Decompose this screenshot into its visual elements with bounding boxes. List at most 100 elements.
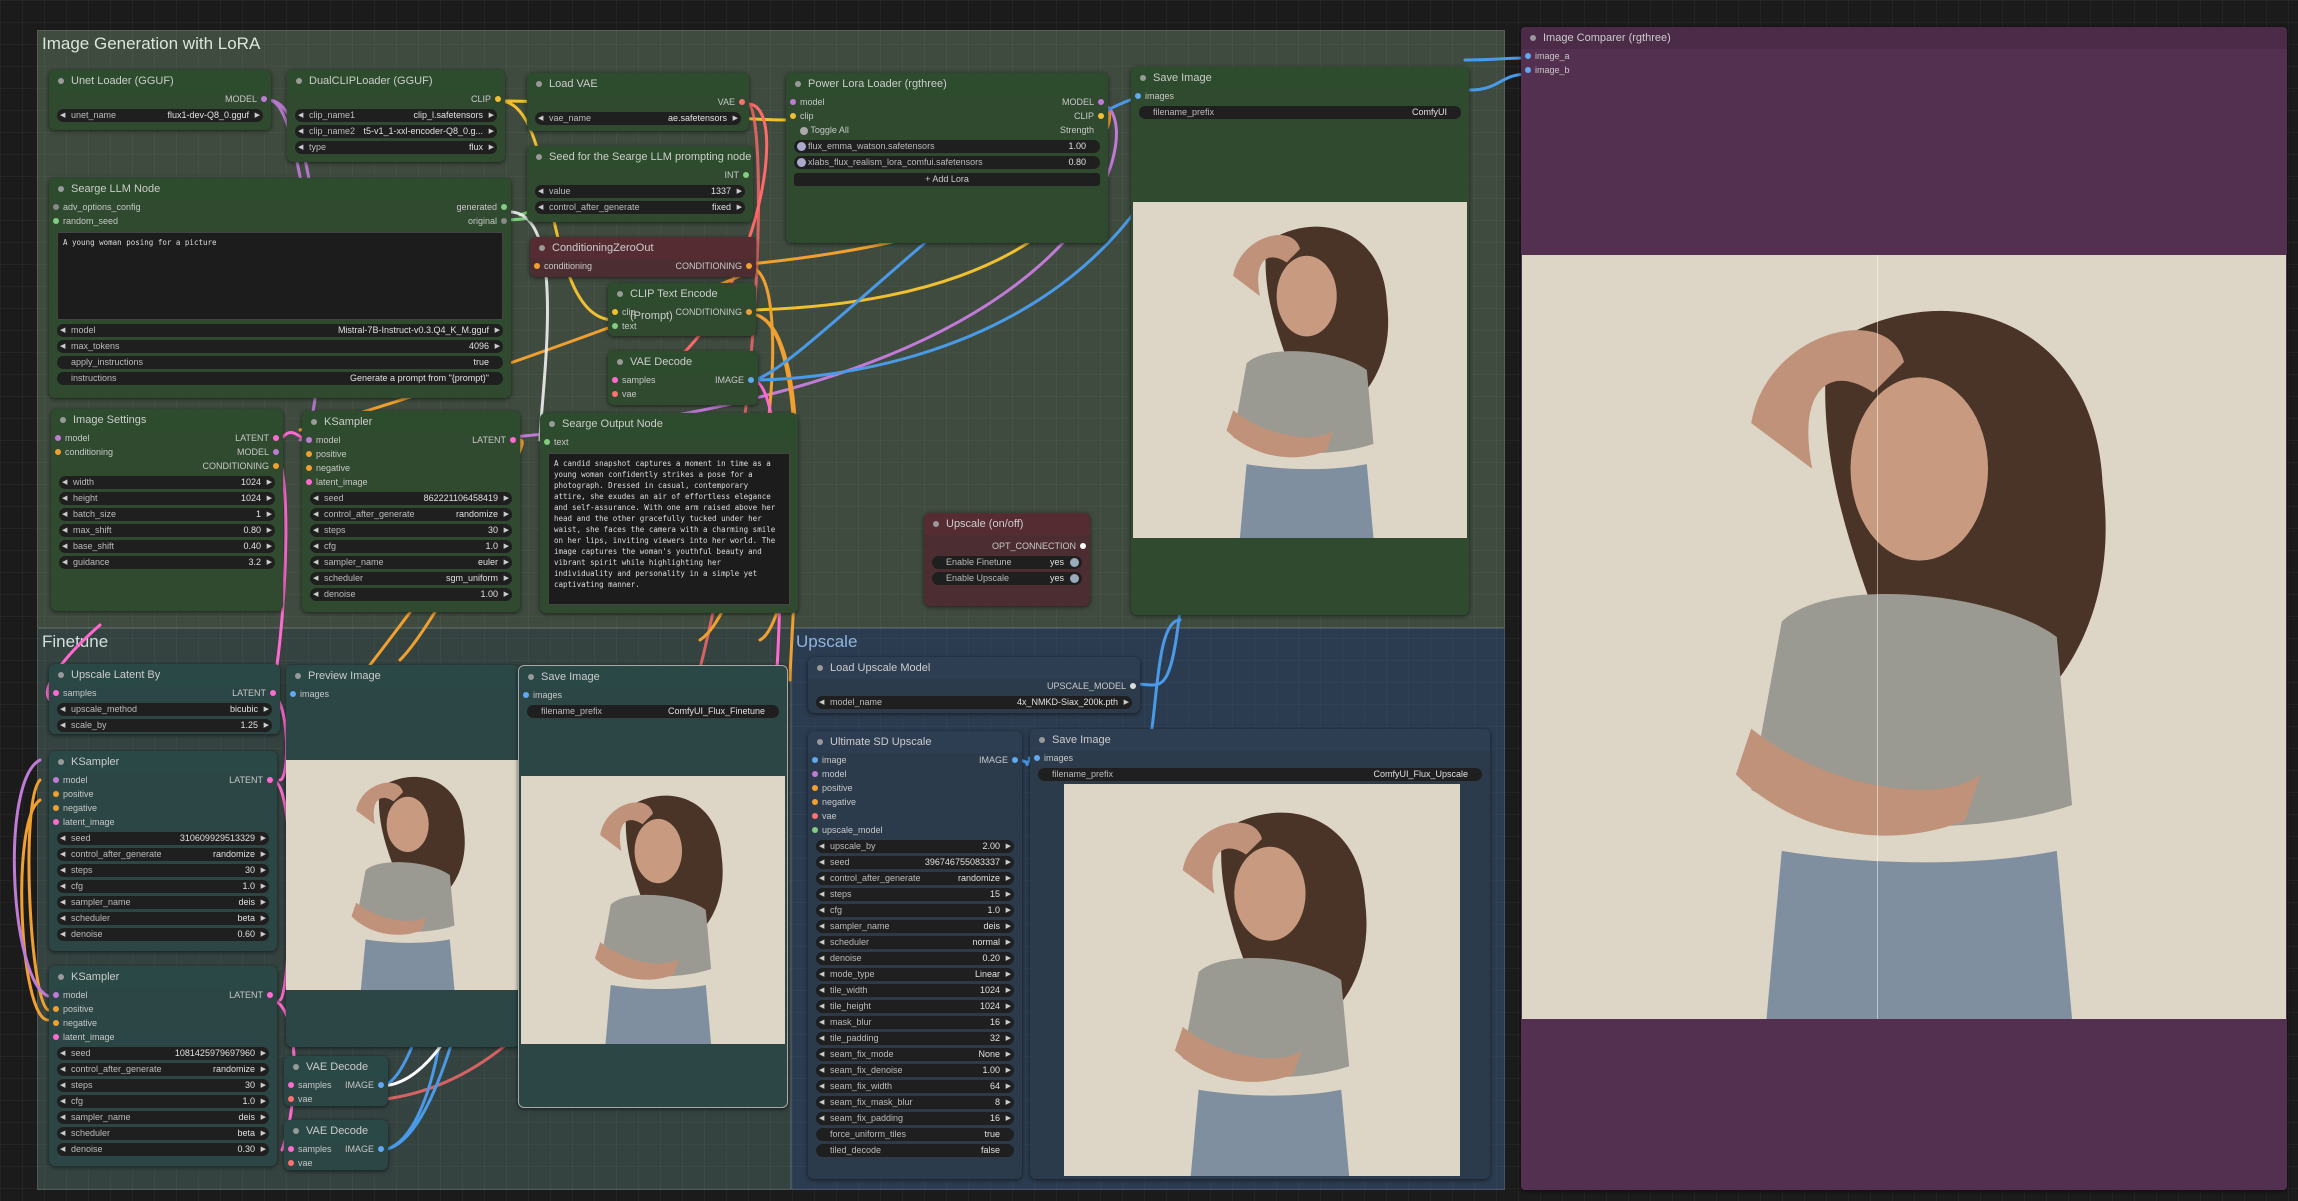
node-unet-loader[interactable]: Unet Loader (GGUF) MODEL unet_nameflux1-… <box>49 70 271 130</box>
input-slot[interactable] <box>812 799 818 805</box>
input-slot[interactable] <box>53 218 59 224</box>
lora-row-2[interactable]: xlabs_flux_realism_lora_comfui.safetenso… <box>794 156 1100 169</box>
input-slot[interactable] <box>612 323 618 329</box>
node-vae-decode-3[interactable]: VAE Decode samples IMAGE vae <box>284 1120 388 1170</box>
widget-seed[interactable]: seed862221106458419 <box>310 492 512 505</box>
input-slot[interactable] <box>790 113 796 119</box>
node-load-upscale-model[interactable]: Load Upscale Model UPSCALE_MODEL model_n… <box>808 657 1140 713</box>
output-slot[interactable] <box>378 1146 384 1152</box>
widget-denoise[interactable]: denoise0.30 <box>57 1143 269 1156</box>
input-slot[interactable] <box>55 449 61 455</box>
lora-row-1[interactable]: flux_emma_watson.safetensors 1.00 <box>794 140 1100 153</box>
widget-base-shift[interactable]: base_shift0.40 <box>59 540 275 553</box>
widget-apply-instructions[interactable]: apply_instructions true <box>57 356 503 369</box>
input-slot[interactable] <box>53 204 59 210</box>
output-slot[interactable] <box>273 435 279 441</box>
widget-seam-fix-padding[interactable]: seam_fix_padding16 <box>816 1112 1014 1125</box>
input-slot[interactable] <box>1034 755 1040 761</box>
widget-seam-fix-mode[interactable]: seam_fix_modeNone <box>816 1048 1014 1061</box>
widget-guidance[interactable]: guidance3.2 <box>59 556 275 569</box>
output-slot[interactable] <box>1098 113 1104 119</box>
comparison-divider[interactable] <box>1877 255 1878 1019</box>
toggle-enable-upscale[interactable]: Enable Upscale yes <box>932 572 1082 585</box>
output-slot[interactable] <box>378 1082 384 1088</box>
node-searge-llm[interactable]: Searge LLM Node adv_options_config genera… <box>49 178 511 398</box>
input-slot[interactable] <box>288 1146 294 1152</box>
widget-control-after-generate[interactable]: control_after_generaterandomize <box>310 508 512 521</box>
lora-toggle[interactable] <box>797 142 806 151</box>
output-slot[interactable] <box>748 377 754 383</box>
node-ksampler-1[interactable]: KSampler model LATENT positive negative l… <box>302 411 520 612</box>
input-slot[interactable] <box>612 377 618 383</box>
output-slot[interactable] <box>743 172 749 178</box>
widget-unet-name[interactable]: unet_nameflux1-dev-Q8_0.gguf <box>57 109 263 122</box>
input-slot[interactable] <box>1525 67 1531 73</box>
input-slot[interactable] <box>612 391 618 397</box>
widget-seed[interactable]: seed310609929513329 <box>57 832 269 845</box>
input-slot[interactable] <box>1135 93 1141 99</box>
output-slot[interactable] <box>510 437 516 443</box>
add-lora-button[interactable]: + Add Lora <box>794 173 1100 186</box>
node-save-image-upscale[interactable]: Save Image images filename_prefix ComfyUI… <box>1030 729 1490 1179</box>
input-slot[interactable] <box>288 1096 294 1102</box>
widget-cfg[interactable]: cfg1.0 <box>816 904 1014 917</box>
widget-mask-blur[interactable]: mask_blur16 <box>816 1016 1014 1029</box>
output-slot[interactable] <box>270 690 276 696</box>
input-slot[interactable] <box>534 263 540 269</box>
input-slot[interactable] <box>306 437 312 443</box>
widget-clip-name1[interactable]: clip_name1clip_l.safetensors <box>295 109 497 122</box>
output-slot[interactable] <box>739 99 745 105</box>
output-slot[interactable] <box>501 204 507 210</box>
output-slot[interactable] <box>267 992 273 998</box>
node-upscale-latent-by[interactable]: Upscale Latent By samples LATENT upscale_… <box>49 664 280 734</box>
widget-seam-fix-width[interactable]: seam_fix_width64 <box>816 1080 1014 1093</box>
widget-tile-padding[interactable]: tile_padding32 <box>816 1032 1014 1045</box>
output-slot[interactable] <box>273 449 279 455</box>
widget-model-name[interactable]: model_name4x_NMKD-Siax_200k.pth <box>816 696 1132 709</box>
widget-upscale-method[interactable]: upscale_methodbicubic <box>57 703 272 716</box>
widget-height[interactable]: height1024 <box>59 492 275 505</box>
widget-tile-height[interactable]: tile_height1024 <box>816 1000 1014 1013</box>
comparison-image[interactable] <box>1522 255 2286 1019</box>
widget-scheduler[interactable]: schedulersgm_uniform <box>310 572 512 585</box>
widget-seed[interactable]: seed396746755083337 <box>816 856 1014 869</box>
input-slot[interactable] <box>53 1006 59 1012</box>
toggle-enable-finetune[interactable]: Enable Finetune yes <box>932 556 1082 569</box>
widget-scheduler[interactable]: schedulerbeta <box>57 1127 269 1140</box>
toggle-all-switch[interactable] <box>800 126 808 135</box>
input-slot[interactable] <box>544 439 550 445</box>
node-vae-decode-1[interactable]: VAE Decode samples IMAGE vae <box>608 351 758 405</box>
output-slot[interactable] <box>746 263 752 269</box>
widget-scale-by[interactable]: scale_by1.25 <box>57 719 272 732</box>
node-image-comparer[interactable]: Image Comparer (rgthree) image_a image_b <box>1521 27 2287 1190</box>
input-slot[interactable] <box>812 771 818 777</box>
input-slot[interactable] <box>53 1020 59 1026</box>
widget-type[interactable]: typeflux <box>295 141 497 154</box>
input-slot[interactable] <box>790 99 796 105</box>
widget-control-after-generate[interactable]: control_after_generatefixed <box>535 201 745 214</box>
input-slot[interactable] <box>812 785 818 791</box>
widget-seed[interactable]: seed1081425979697960 <box>57 1047 269 1060</box>
widget-batch-size[interactable]: batch_size1 <box>59 508 275 521</box>
widget-model[interactable]: modelMistral-7B-Instruct-v0.3.Q4_K_M.ggu… <box>57 324 503 337</box>
widget-tiled-decode[interactable]: tiled_decode false <box>816 1144 1014 1157</box>
node-conditioning-zero-out[interactable]: ConditioningZeroOut conditioning CONDITIO… <box>530 237 756 277</box>
input-slot[interactable] <box>53 992 59 998</box>
widget-instructions[interactable]: instructions Generate a prompt from "{pro… <box>57 372 503 385</box>
input-slot[interactable] <box>306 465 312 471</box>
input-slot[interactable] <box>306 479 312 485</box>
output-slot[interactable] <box>273 463 279 469</box>
output-slot[interactable] <box>1012 757 1018 763</box>
widget-width[interactable]: width1024 <box>59 476 275 489</box>
widget-control-after-generate[interactable]: control_after_generaterandomize <box>57 848 269 861</box>
node-save-image-finetune[interactable]: Save Image images filename_prefix ComfyUI… <box>518 665 788 1108</box>
widget-denoise[interactable]: denoise0.20 <box>816 952 1014 965</box>
widget-scheduler[interactable]: schedulerbeta <box>57 912 269 925</box>
widget-denoise[interactable]: denoise1.00 <box>310 588 512 601</box>
widget-vae-name[interactable]: vae_nameae.safetensors <box>535 112 741 125</box>
widget-seam-fix-denoise[interactable]: seam_fix_denoise1.00 <box>816 1064 1014 1077</box>
input-slot[interactable] <box>812 757 818 763</box>
node-image-settings[interactable]: Image Settings model LATENT conditioning M… <box>51 409 283 611</box>
widget-filename-prefix[interactable]: filename_prefix ComfyUI <box>1139 106 1461 119</box>
input-slot[interactable] <box>612 309 618 315</box>
